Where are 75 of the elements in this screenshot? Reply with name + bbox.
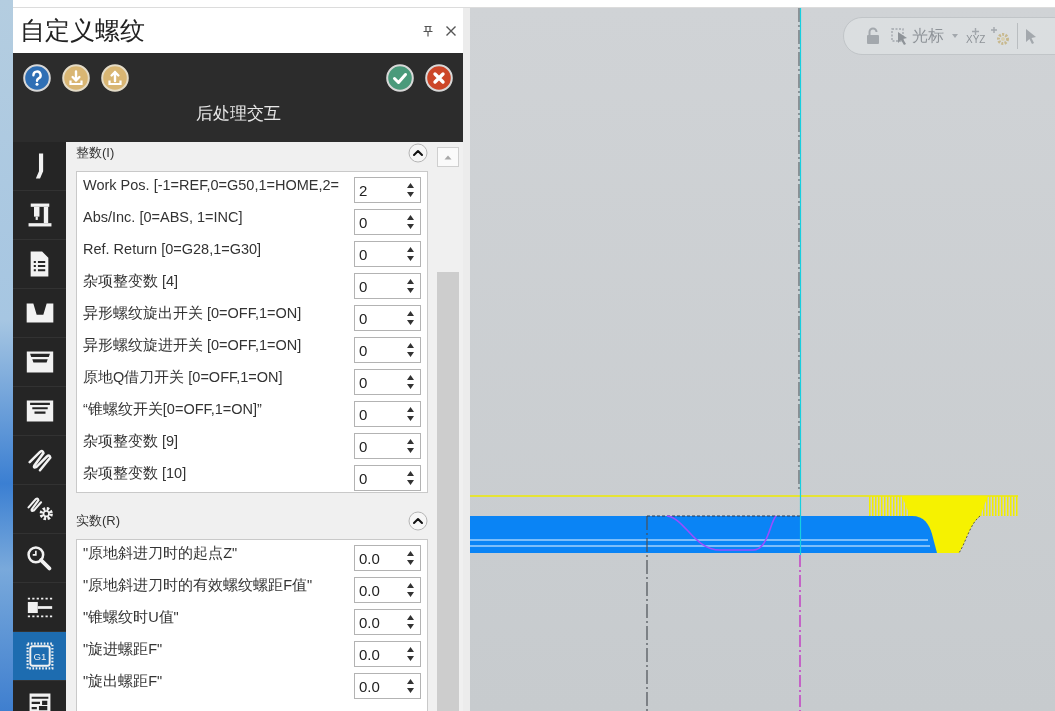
cancel-icon[interactable] [425,64,453,92]
parameter-label: Ref. Return [0=G28,1=G30] [83,239,262,259]
spinner-arrows-icon[interactable] [406,245,415,262]
spinner-arrows-icon[interactable] [406,645,415,662]
magnifier-icon [27,545,52,571]
parameter-label: "旋出螺距F" [83,671,163,691]
spinner-arrows-icon[interactable] [406,581,415,598]
scrollbar-thumb[interactable] [437,272,459,711]
chip-icon: G1 [25,642,54,670]
number-spinner[interactable]: 0 [354,400,421,427]
collapse-icon[interactable] [408,511,428,531]
spring-gear-icon [26,497,53,521]
parameter-label: 异形螺纹旋出开关 [0=OFF,1=ON] [83,303,302,323]
number-spinner[interactable]: 0.0 [354,576,421,603]
number-spinner[interactable]: 0 [354,336,421,363]
header-title: 后处理交互 [194,104,282,124]
number-spinner[interactable]: 0.0 [354,640,421,667]
spinner-arrows-icon[interactable] [406,277,415,294]
parameter-label: “锥螺纹开关[0=OFF,1=ON]” [83,399,262,419]
spinner-arrows-icon[interactable] [406,181,415,198]
number-spinner[interactable]: 0 [354,368,421,395]
spinner-arrows-icon[interactable] [406,677,415,694]
parameter-label: 杂项整变数 [9] [83,431,179,451]
number-spinner[interactable]: 0 [354,208,421,235]
document-icon [30,251,49,277]
close-icon[interactable] [445,24,457,37]
parameter-label: 原地Q借刀开关 [0=OFF,1=ON] [83,367,283,387]
cursor-select-icon [891,27,909,45]
parameter-label: 杂项整变数 [10] [83,463,187,483]
machine-icon [27,203,52,227]
spinner-arrows-icon[interactable] [406,469,415,486]
collapse-icon[interactable] [408,143,428,163]
spinner-arrows-icon[interactable] [406,309,415,326]
number-spinner[interactable]: 0 [354,464,421,491]
spinner-arrows-icon[interactable] [406,549,415,566]
confirm-icon[interactable] [386,64,414,92]
tool-icon [35,153,44,179]
pocket-icon [25,303,54,323]
spring-icon [27,448,52,472]
parameter-label: Work Pos. [-1=REF,0=G50,1=HOME,2= [83,175,339,195]
form-icon [28,693,51,711]
parameter-label: 杂项整变数 [4] [83,271,179,291]
parameter-label: "锥螺纹时U值" [83,607,179,627]
parameter-label: Abs/Inc. [0=ABS, 1=INC] [83,207,243,227]
spinner-arrows-icon[interactable] [406,437,415,454]
parameter-label: "原地斜进刀时的起点Z" [83,543,238,563]
layered-pocket-icon [25,351,54,373]
striped-pocket-icon [25,400,54,422]
parameter-label: 异形螺纹旋进开关 [0=OFF,1=ON] [83,335,302,355]
parameter-label: "旋进螺距F" [83,639,163,659]
number-spinner[interactable]: 0.0 [354,608,421,635]
parameter-label: "原地斜进刀时的有效螺纹螺距F值" [83,575,313,595]
number-spinner[interactable]: 0.0 [354,544,421,571]
number-spinner[interactable]: 0 [354,432,421,459]
upload-icon[interactable] [101,64,129,92]
number-spinner[interactable]: 0.0 [354,672,421,699]
section-title: 整数(I) [76,144,115,163]
number-spinner[interactable]: 2 [354,176,421,203]
number-spinner[interactable]: 0 [354,240,421,267]
pin-icon[interactable] [422,24,434,37]
sidebar-item[interactable]: G1 [13,632,66,681]
panel-title: 自定义螺纹 [20,16,145,45]
plus-icon [972,27,980,35]
spinner-arrows-icon[interactable] [406,405,415,422]
spinner-arrows-icon[interactable] [406,373,415,390]
spinner-arrows-icon[interactable] [406,213,415,230]
plug-icon [26,596,53,618]
number-spinner[interactable]: 0 [354,272,421,299]
caret-up-icon [444,154,452,160]
number-spinner[interactable]: 0 [354,304,421,331]
spinner-arrows-icon[interactable] [406,341,415,358]
help-icon[interactable] [23,64,51,92]
download-icon[interactable] [62,64,90,92]
spinner-arrows-icon[interactable] [406,613,415,630]
section-title: 实数(R) [76,512,121,531]
